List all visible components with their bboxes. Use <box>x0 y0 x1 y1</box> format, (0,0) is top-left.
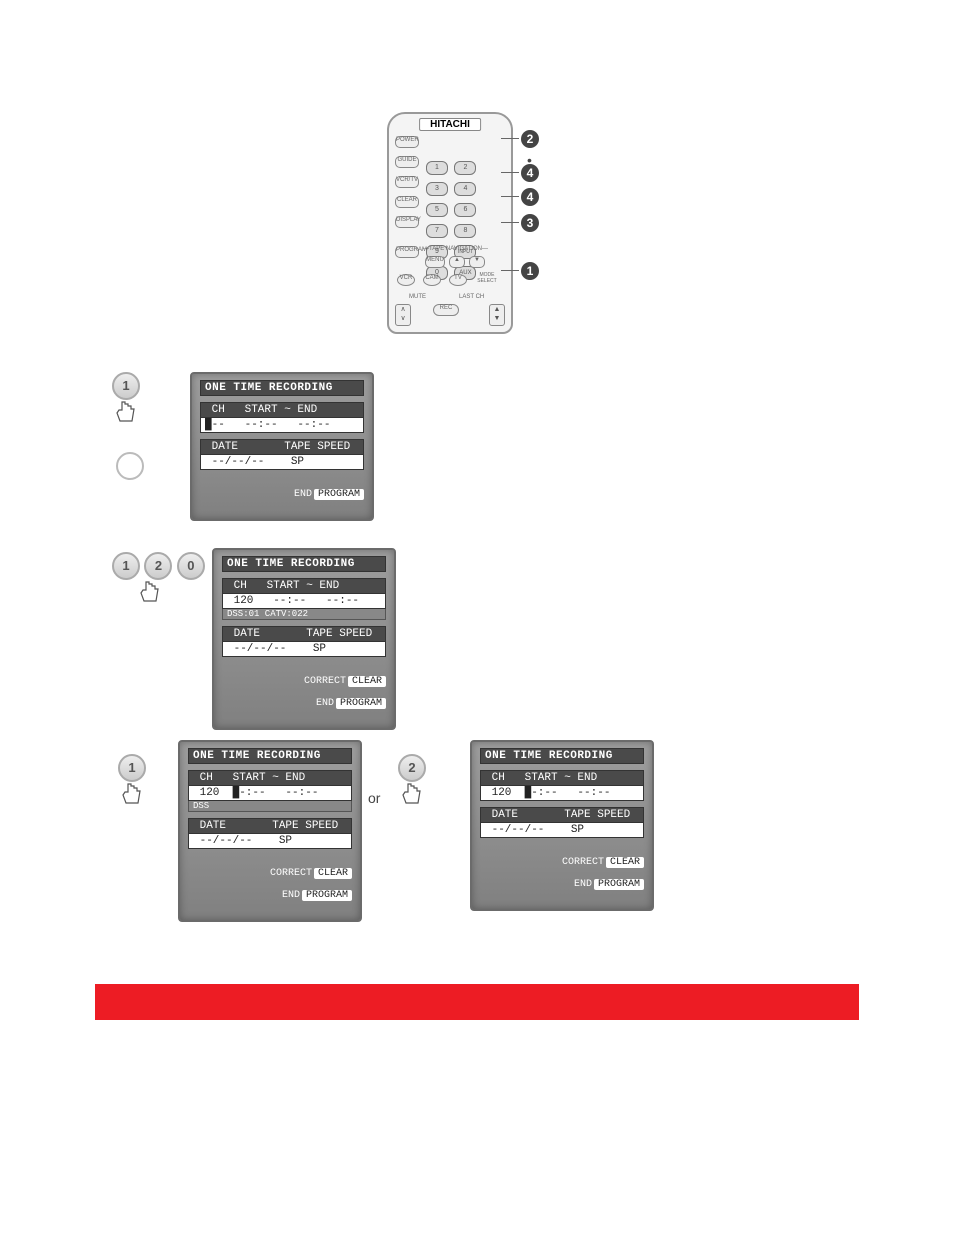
tape-nav-label: —TAPE NAVIGATION— <box>423 246 488 252</box>
keypad-6: 6 <box>454 203 476 217</box>
osd-step2: ONE TIME RECORDING CH START ~ END 120 --… <box>212 548 396 730</box>
footer-program: PROGRAM <box>302 890 352 901</box>
step2-btn-2: 2 <box>144 552 172 580</box>
step3-right-press: 2 <box>398 754 428 808</box>
vcr-mode-button: VCR <box>397 274 415 286</box>
osd-step3-left: ONE TIME RECORDING CH START ~ END 120 █-… <box>178 740 362 922</box>
keypad-7: 7 <box>426 224 448 238</box>
callout-4a: 4 <box>521 164 539 182</box>
osd-status: DSS:01 CATV:022 <box>222 609 386 620</box>
vcrtv-button: VCR/TV <box>395 176 419 188</box>
step-badge-faded <box>116 452 144 480</box>
footer-clear: CLEAR <box>606 857 644 868</box>
power-button: POWER <box>395 136 419 148</box>
footer-program: PROGRAM <box>314 489 364 500</box>
osd-value2: --/--/-- SP <box>480 823 644 838</box>
osd-value: 120 --:-- --:-- <box>222 594 386 609</box>
osd-step1: ONE TIME RECORDING CH START ~ END █-- --… <box>190 372 374 521</box>
remote-diagram: HITACHI POWER GUIDE VCR/TV CLEAR DISPLAY… <box>381 112 561 332</box>
vol-rocker: ∧∨ <box>395 304 411 326</box>
keypad-8: 8 <box>454 224 476 238</box>
osd-header2: DATE TAPE SPEED <box>480 807 644 823</box>
rec-button: REC <box>433 304 459 316</box>
footer-clear: CLEAR <box>348 676 386 687</box>
step2-btn-0: 0 <box>177 552 205 580</box>
osd-title: ONE TIME RECORDING <box>480 748 644 764</box>
step3-left-btn: 1 <box>118 754 146 782</box>
keypad-2: 2 <box>454 161 476 175</box>
osd-footer: CORRECTCLEAR ENDPROGRAM <box>188 857 352 912</box>
keypad-3: 3 <box>426 182 448 196</box>
keypad-4: 4 <box>454 182 476 196</box>
osd-footer: CORRECTCLEAR ENDPROGRAM <box>222 665 386 720</box>
footer-program: PROGRAM <box>594 879 644 890</box>
or-label: or <box>368 790 380 806</box>
osd-header: CH START ~ END <box>200 402 364 418</box>
step1-press: 1 <box>112 372 142 426</box>
osd-value: 120 █-:-- --:-- <box>480 786 644 801</box>
nav-down-button: ▼ <box>469 256 485 268</box>
osd-footer: CORRECTCLEAR ENDPROGRAM <box>480 846 644 901</box>
osd-footer: ENDPROGRAM <box>200 478 364 511</box>
footer-end: END <box>294 489 312 500</box>
clear-button: CLEAR <box>395 196 419 208</box>
footer-program: PROGRAM <box>336 698 386 709</box>
keypad-5: 5 <box>426 203 448 217</box>
osd-status: DSS <box>188 801 352 812</box>
osd-value: █-- --:-- --:-- <box>200 418 364 433</box>
ch-rocker: ▲▼ <box>489 304 505 326</box>
footer-clear: CLEAR <box>314 868 352 879</box>
footer-correct: CORRECT <box>304 676 346 687</box>
osd-value2: --/--/-- SP <box>222 642 386 657</box>
hand-icon <box>112 396 142 426</box>
nav-up-button: ▲ <box>449 256 465 268</box>
osd-value2: --/--/-- SP <box>200 455 364 470</box>
osd-step3-right: ONE TIME RECORDING CH START ~ END 120 █-… <box>470 740 654 911</box>
step1-button-num: 1 <box>112 372 140 400</box>
display-button: DISPLAY <box>395 216 419 228</box>
program-button: PROGRAM <box>395 246 419 258</box>
tv-mode-button: TV <box>449 274 467 286</box>
osd-header: CH START ~ END <box>222 578 386 594</box>
keypad-1: 1 <box>426 161 448 175</box>
callout-4b: 4 <box>521 188 539 206</box>
menu-button: MENU <box>425 256 445 268</box>
guide-button: GUIDE <box>395 156 419 168</box>
remote-brand: HITACHI <box>419 118 481 131</box>
osd-header: CH START ~ END <box>188 770 352 786</box>
step2-press: 1 2 0 <box>112 552 205 606</box>
callout-2: 2 <box>521 130 539 148</box>
callout-3: 3 <box>521 214 539 232</box>
osd-title: ONE TIME RECORDING <box>188 748 352 764</box>
footer-end: END <box>574 879 592 890</box>
cam-mode-button: CAM <box>423 274 441 286</box>
page: HITACHI POWER GUIDE VCR/TV CLEAR DISPLAY… <box>0 0 954 1235</box>
step3-left-press: 1 <box>118 754 148 808</box>
step2-btn-1: 1 <box>112 552 140 580</box>
osd-header2: DATE TAPE SPEED <box>222 626 386 642</box>
osd-title: ONE TIME RECORDING <box>222 556 386 572</box>
step3-right-btn: 2 <box>398 754 426 782</box>
callout-1: 1 <box>521 262 539 280</box>
lastch-label: LAST CH <box>459 294 484 300</box>
hand-icon <box>398 778 428 808</box>
osd-header2: DATE TAPE SPEED <box>200 439 364 455</box>
footer-correct: CORRECT <box>562 857 604 868</box>
osd-title: ONE TIME RECORDING <box>200 380 364 396</box>
osd-value2: --/--/-- SP <box>188 834 352 849</box>
mute-label: MUTE <box>409 294 426 300</box>
footer-correct: CORRECT <box>270 868 312 879</box>
hand-icon <box>118 778 148 808</box>
hand-icon <box>136 576 166 606</box>
osd-value: 120 █-:-- --:-- <box>188 786 352 801</box>
osd-header: CH START ~ END <box>480 770 644 786</box>
remote-body: HITACHI POWER GUIDE VCR/TV CLEAR DISPLAY… <box>387 112 513 334</box>
osd-header2: DATE TAPE SPEED <box>188 818 352 834</box>
red-divider-bar <box>95 984 859 1020</box>
footer-end: END <box>282 890 300 901</box>
footer-end: END <box>316 698 334 709</box>
mode-select-label: MODE SELECT <box>473 272 501 284</box>
